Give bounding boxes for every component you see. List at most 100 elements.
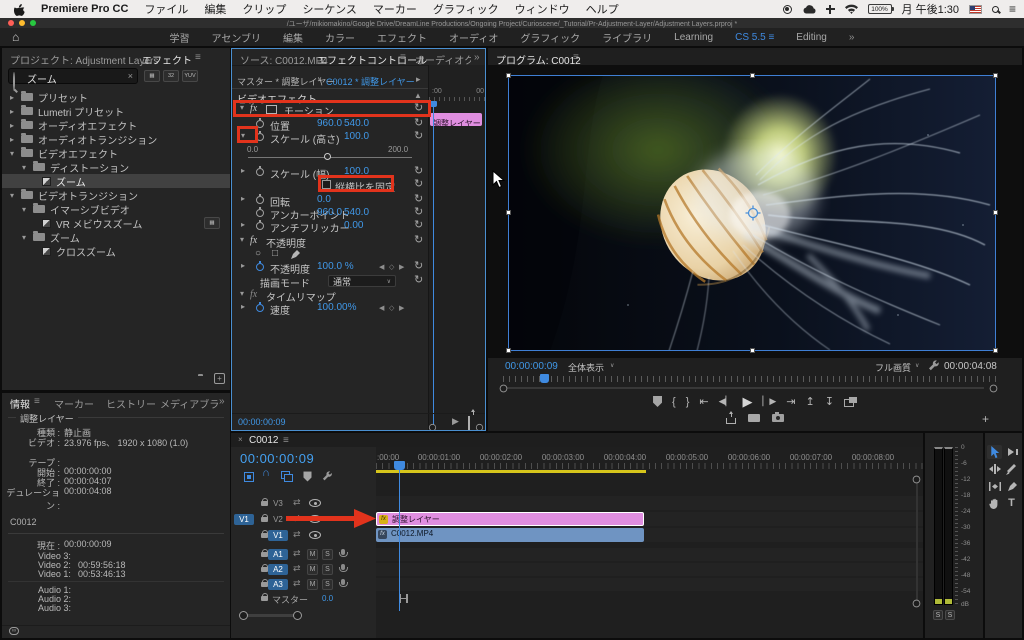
chevron-down-icon[interactable]: ∨ [610, 362, 614, 369]
mark-in-icon[interactable]: { [672, 396, 676, 408]
anchor-crosshair-icon[interactable] [745, 205, 761, 221]
solo-right-button[interactable]: S [945, 610, 955, 620]
track-v2-badge[interactable]: V2 [268, 514, 288, 525]
solo-button[interactable]: S [322, 564, 333, 575]
workspace-tab-assembly[interactable]: アセンブリ [212, 30, 262, 45]
add-keyframe-icon[interactable]: ◇ [389, 304, 394, 312]
spotlight-icon[interactable] [991, 5, 999, 13]
transform-handle[interactable] [506, 210, 511, 215]
rotation-value[interactable]: 0.0 [317, 194, 331, 205]
scrollbar-handle[interactable] [989, 384, 998, 393]
tab-timeline-sequence[interactable]: C0012 [249, 435, 278, 446]
anchor-x-value[interactable]: 960.0 [317, 207, 342, 218]
sync-lock-icon[interactable]: ⇄ [293, 497, 301, 508]
timeline-timecode[interactable]: 00:00:00:09 [240, 451, 314, 466]
master-meter-icon[interactable] [399, 594, 408, 603]
workspace-tab-learn[interactable]: 学習 [170, 30, 190, 45]
source-patch-v1-badge[interactable]: V1 [234, 514, 254, 525]
track-v1-badge[interactable]: V1 [268, 530, 288, 541]
sync-lock-icon[interactable]: ⇄ [293, 529, 301, 540]
speed-row[interactable]: ▸ 速度 100.00% ◀ ◇ ▶ [236, 302, 428, 317]
track-output-eye-icon[interactable] [309, 531, 321, 539]
track-lock-icon[interactable] [261, 530, 268, 538]
rect-mask-icon[interactable]: □ [272, 248, 278, 259]
timeline-playhead-grip[interactable] [394, 461, 405, 470]
32bit-badge-icon[interactable]: 32 [163, 70, 179, 82]
workspace-tab-edit[interactable]: 編集 [283, 30, 303, 45]
add-keyframe-icon[interactable]: ◇ [389, 263, 394, 271]
motion-effect-row[interactable]: ▾ fx モーション ↺ [236, 102, 428, 118]
cloud-icon[interactable] [802, 4, 816, 14]
program-timecode[interactable]: 00:00:00:09 [505, 361, 558, 372]
mute-button[interactable]: M [307, 564, 318, 575]
panel-menu-icon[interactable]: ≡ [34, 396, 40, 407]
reset-icon[interactable]: ↺ [414, 165, 423, 177]
panel-menu-icon[interactable]: ≡ [573, 52, 579, 63]
position-x-value[interactable]: 960.0 [317, 118, 342, 129]
scale-height-row[interactable]: ▾ スケール (高さ) 100.0 ↺ [236, 130, 428, 146]
tab-overflow-icon[interactable]: » [219, 396, 225, 407]
search-value[interactable]: ズーム [27, 71, 57, 86]
chevron-down-icon[interactable]: ▾ [238, 289, 246, 298]
scale-width-value[interactable]: 100.0 [344, 166, 369, 177]
export-icon[interactable] [726, 411, 736, 424]
fx-icon[interactable]: fx [250, 235, 257, 246]
voiceover-mic-icon[interactable] [339, 579, 348, 587]
v-scrollbar[interactable] [916, 481, 918, 606]
drive-sync-icon[interactable] [825, 4, 835, 14]
track-a2-badge[interactable]: A2 [268, 564, 288, 575]
ellipse-mask-icon[interactable]: ○ [255, 248, 261, 259]
chevron-right-icon[interactable]: ▸ [416, 74, 421, 85]
reset-icon[interactable]: ↺ [414, 117, 423, 129]
timeline-settings-icon[interactable] [322, 471, 333, 482]
uniform-scale-row[interactable]: 縦横比を固定 ↺ [236, 178, 428, 194]
extract-icon[interactable]: ↧ [825, 395, 834, 408]
menu-clip[interactable]: クリップ [242, 1, 286, 17]
rotation-row[interactable]: ▸ 回転 0.0 ↺ [236, 193, 428, 209]
pen-tool[interactable] [1004, 479, 1019, 493]
snap-magnet-icon[interactable]: ∩ [262, 467, 270, 479]
comparison-view-icon[interactable] [843, 396, 857, 407]
ec-timecode[interactable]: 00:00:00:09 [238, 417, 286, 427]
timeline-playhead-line[interactable] [399, 461, 400, 611]
transform-handle[interactable] [750, 348, 755, 353]
panel-menu-icon[interactable]: ≡ [400, 52, 406, 63]
track-lock-icon[interactable] [261, 564, 268, 572]
mute-button[interactable]: M [307, 579, 318, 590]
voiceover-mic-icon[interactable] [339, 564, 348, 572]
blend-mode-row[interactable]: 描画モード 通常 ∨ ↺ [236, 274, 428, 290]
mark-out-icon[interactable]: } [686, 396, 690, 408]
stopwatch-icon[interactable] [256, 207, 264, 217]
workspace-tab-cs55[interactable]: CS 5.5 ≡ [735, 32, 774, 43]
button-editor-plus-icon[interactable]: + [982, 412, 989, 426]
menu-window[interactable]: ウィンドウ [515, 1, 570, 17]
stopwatch-icon[interactable] [256, 118, 264, 128]
track-lane-v3[interactable] [376, 496, 923, 510]
chevron-right-icon[interactable]: ▸ [239, 166, 247, 175]
display-mode-icon[interactable] [748, 414, 760, 422]
nest-sequence-icon[interactable] [244, 472, 254, 482]
chevron-right-icon[interactable]: ▸ [239, 302, 247, 311]
track-lane-a3[interactable] [376, 578, 923, 591]
reset-effect-icon[interactable]: ↺ [414, 234, 423, 246]
menu-sequence[interactable]: シーケンス [302, 1, 356, 17]
add-marker-icon[interactable] [303, 471, 312, 482]
previous-keyframe-icon[interactable]: ◀ [379, 263, 384, 271]
add-marker-icon[interactable] [653, 396, 663, 407]
tab-info[interactable]: 情報 [10, 396, 30, 411]
go-to-in-icon[interactable]: ⇤ [699, 395, 708, 408]
transform-handle[interactable] [993, 73, 998, 78]
fx-icon[interactable]: fx [250, 103, 257, 114]
uniform-scale-checkbox[interactable] [322, 180, 331, 189]
transform-handle[interactable] [506, 348, 511, 353]
track-lock-icon[interactable] [261, 549, 268, 557]
transform-handle[interactable] [506, 73, 511, 78]
transform-handle[interactable] [993, 210, 998, 215]
export-frame-icon[interactable] [772, 412, 784, 422]
chevron-down-icon[interactable]: ▾ [239, 131, 247, 140]
menu-app-name[interactable]: Premiere Pro CC [41, 3, 128, 15]
stopwatch-icon[interactable] [256, 194, 264, 204]
go-to-out-icon[interactable]: ⇥ [786, 395, 795, 408]
tree-item-vr-mobius-zoom[interactable]: VR メビウスズーム ▦ [2, 216, 230, 231]
tree-item-zoom-folder[interactable]: ▾ ズーム [2, 230, 230, 245]
